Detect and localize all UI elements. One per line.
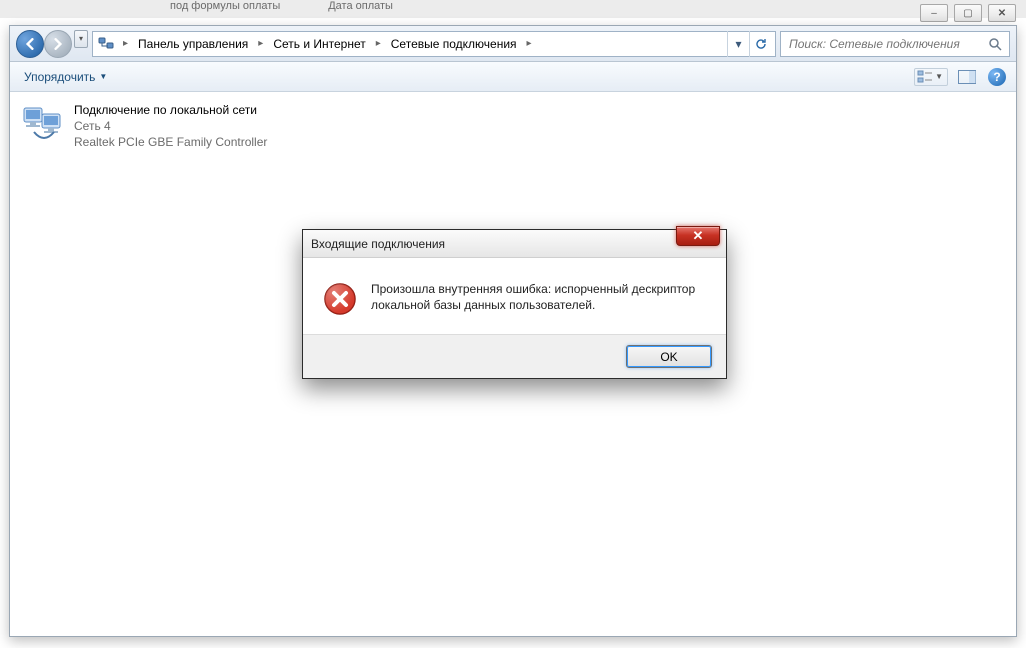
dialog-body: Произошла внутренняя ошибка: испорченный… — [303, 258, 726, 334]
maximize-button[interactable]: ▢ — [954, 4, 982, 22]
back-button[interactable] — [16, 30, 44, 58]
toolbar-right: ▼ ? — [914, 66, 1008, 88]
forward-button — [44, 30, 72, 58]
search-input[interactable] — [787, 36, 987, 52]
breadcrumb-control-panel[interactable]: Панель управления — [132, 32, 254, 56]
help-icon: ? — [988, 68, 1006, 86]
address-bar-row: ▾ ▸ Панель управления ▸ Сеть и Интернет … — [10, 26, 1016, 62]
connection-network: Сеть 4 — [74, 118, 267, 134]
window-controls: – ▢ ✕ — [920, 4, 1016, 22]
address-bar-controls: ▾ — [727, 31, 771, 57]
bg-menu-item: Дата оплаты — [328, 0, 393, 18]
chevron-right-icon[interactable]: ▸ — [525, 38, 534, 49]
nav-history-dropdown[interactable]: ▾ — [74, 30, 88, 48]
dialog-close-button[interactable]: ✕ — [676, 226, 720, 246]
network-connections-icon — [97, 35, 115, 53]
breadcrumb-network-internet[interactable]: Сеть и Интернет — [267, 32, 371, 56]
dialog-message: Произошла внутренняя ошибка: испорченный… — [371, 282, 706, 316]
breadcrumb-network-connections[interactable]: Сетевые подключения — [385, 32, 523, 56]
lan-connection-icon — [20, 102, 64, 142]
chevron-down-icon: ▼ — [99, 72, 107, 81]
help-button[interactable]: ? — [986, 66, 1008, 88]
connection-item[interactable]: Подключение по локальной сети Сеть 4 Rea… — [20, 102, 1006, 151]
chevron-right-icon[interactable]: ▸ — [374, 38, 383, 49]
organize-menu[interactable]: Упорядочить ▼ — [18, 66, 113, 88]
toolbar: Упорядочить ▼ ▼ ? — [10, 62, 1016, 92]
dialog-title-bar[interactable]: Входящие подключения — [303, 230, 726, 258]
dialog-footer: OK — [303, 334, 726, 378]
connection-title: Подключение по локальной сети — [74, 102, 267, 118]
dialog-title: Входящие подключения — [311, 237, 445, 251]
background-window-menu: под формулы оплаты Дата оплаты — [0, 0, 1026, 18]
search-box[interactable] — [780, 31, 1010, 57]
address-dropdown-button[interactable]: ▾ — [727, 31, 749, 57]
breadcrumb-bar[interactable]: ▸ Панель управления ▸ Сеть и Интернет ▸ … — [92, 31, 776, 57]
search-icon[interactable] — [987, 36, 1003, 52]
organize-label: Упорядочить — [24, 70, 95, 84]
preview-pane-button[interactable] — [956, 66, 978, 88]
refresh-button[interactable] — [749, 31, 771, 57]
nav-buttons: ▾ — [16, 30, 88, 58]
connection-text: Подключение по локальной сети Сеть 4 Rea… — [74, 102, 267, 151]
error-icon — [323, 282, 357, 316]
chevron-right-icon[interactable]: ▸ — [256, 38, 265, 49]
close-window-button[interactable]: ✕ — [988, 4, 1016, 22]
chevron-right-icon[interactable]: ▸ — [121, 38, 130, 49]
connection-adapter: Realtek PCIe GBE Family Controller — [74, 134, 267, 150]
error-dialog: ✕ Входящие подключения Произошла внутрен… — [302, 229, 727, 379]
chevron-down-icon: ▼ — [935, 72, 943, 81]
ok-button[interactable]: OK — [626, 345, 712, 368]
bg-menu-item: под формулы оплаты — [170, 0, 280, 18]
view-options-button[interactable]: ▼ — [914, 68, 948, 86]
minimize-button[interactable]: – — [920, 4, 948, 22]
